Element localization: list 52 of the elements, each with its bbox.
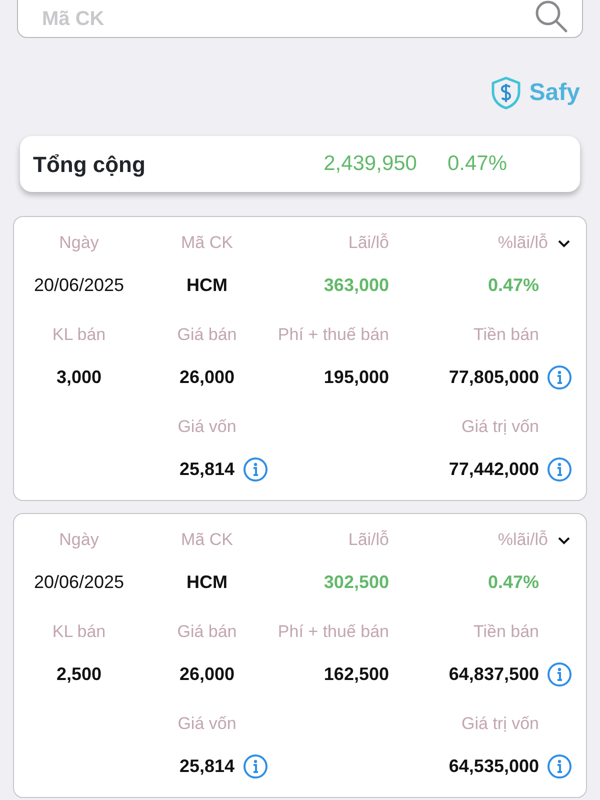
field-value: 2,500 xyxy=(56,663,102,686)
field-value: 26,000 xyxy=(179,366,235,389)
field-value: 162,500 xyxy=(324,663,389,686)
field-label: Lãi/lỗ xyxy=(348,529,389,551)
field-value: HCM xyxy=(186,274,228,297)
field-value: 195,000 xyxy=(324,366,389,389)
field-value: 77,805,000 xyxy=(448,366,539,389)
field-label: Tiền bán xyxy=(473,324,540,346)
info-icon[interactable] xyxy=(547,456,572,482)
field-label: Giá bán xyxy=(177,621,237,643)
brand-name: Safy xyxy=(529,78,580,108)
field-value: 20/06/2025 xyxy=(34,274,124,297)
field-value: 25,814 xyxy=(179,755,235,778)
field-label: Tiền bán xyxy=(473,621,540,643)
info-icon[interactable] xyxy=(547,662,572,686)
field-value: 302,500 xyxy=(324,571,389,594)
field-label: Phí + thuế bán xyxy=(278,324,389,346)
field-value: 77,442,000 xyxy=(448,458,539,481)
field-value: 64,837,500 xyxy=(448,663,539,686)
search-icon[interactable] xyxy=(533,0,569,34)
total-percent: 0.47% xyxy=(446,151,507,178)
field-value: 26,000 xyxy=(179,663,235,686)
field-label: Giá trị vốn xyxy=(462,713,540,735)
field-label: Giá vốn xyxy=(178,713,236,735)
info-icon[interactable] xyxy=(547,364,572,390)
field-label: Ngày xyxy=(59,232,99,254)
field-value: 0.47% xyxy=(488,274,539,297)
field-label: Mã CK xyxy=(181,232,233,254)
field-value: 3,000 xyxy=(56,366,102,389)
field-label: Giá bán xyxy=(177,324,237,346)
field-label: %lãi/lỗ xyxy=(498,529,548,551)
field-label: Phí + thuế bán xyxy=(278,621,389,643)
field-label: KL bán xyxy=(52,621,106,643)
field-label: Giá trị vốn xyxy=(462,416,540,438)
field-label: Mã CK xyxy=(181,529,233,551)
field-label: Lãi/lỗ xyxy=(348,232,389,254)
field-value: 64,535,000 xyxy=(448,755,539,778)
field-label: Ngày xyxy=(59,529,99,551)
field-value: 25,814 xyxy=(179,458,235,481)
info-icon[interactable] xyxy=(547,754,572,778)
info-icon[interactable] xyxy=(242,456,268,482)
total-label: Tổng cộng xyxy=(33,150,146,179)
field-value: HCM xyxy=(186,571,228,594)
shield-icon xyxy=(491,76,522,110)
field-label: %lãi/lỗ xyxy=(498,232,548,254)
field-label: Giá vốn xyxy=(178,416,236,438)
field-value: 0.47% xyxy=(488,571,539,594)
field-value: 20/06/2025 xyxy=(34,571,124,594)
info-icon[interactable] xyxy=(242,754,268,778)
total-value: 2,439,950 xyxy=(322,151,417,178)
field-label: KL bán xyxy=(52,324,106,346)
field-value: 363,000 xyxy=(324,274,389,297)
